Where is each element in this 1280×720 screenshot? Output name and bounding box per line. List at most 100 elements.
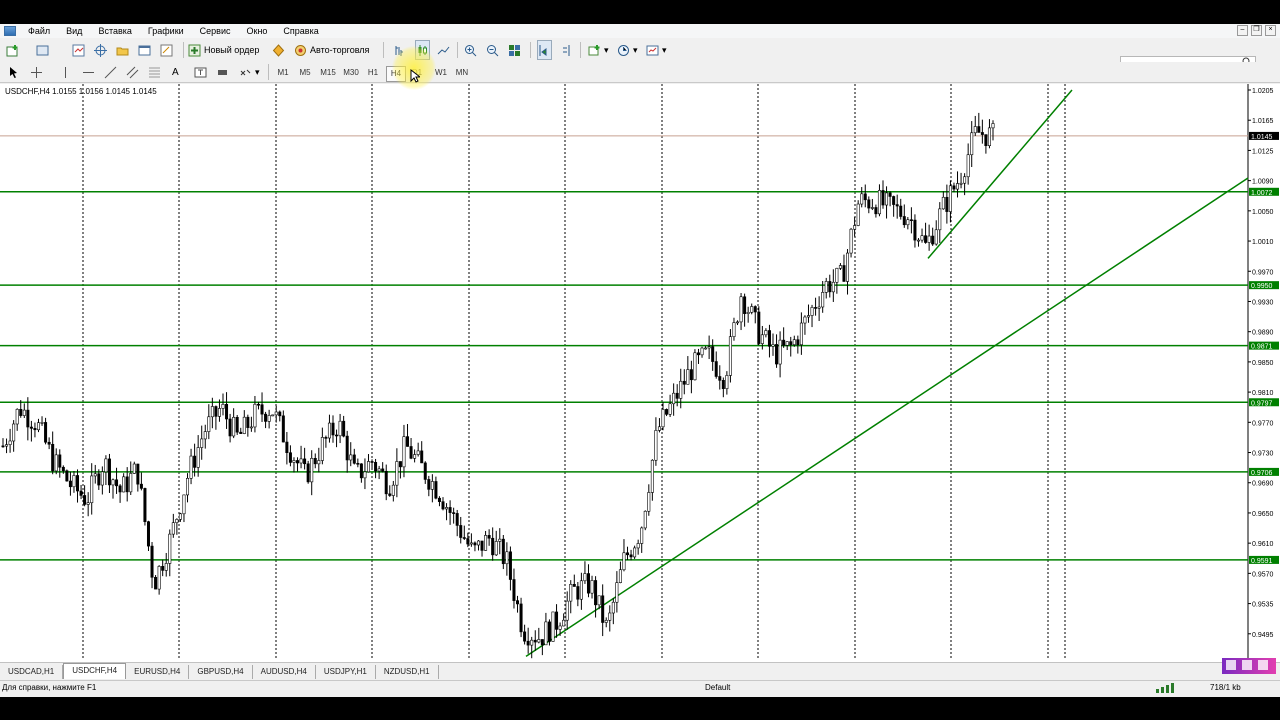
horizontal-line-tool[interactable] — [82, 63, 95, 81]
tab-usdjpy[interactable]: USDJPY,H1 — [316, 665, 376, 679]
text-label-tool[interactable] — [194, 63, 207, 81]
price-tick-label: 0.9535 — [1252, 602, 1274, 609]
fibonacci-tool[interactable] — [148, 63, 161, 81]
candle-body — [491, 537, 495, 556]
price-chart[interactable]: 1.0205 1.0165 1.0125 1.0090 1.0050 1.0010 0.99… — [0, 84, 1280, 660]
indicators-button[interactable]: ▾ — [588, 41, 609, 59]
candle-body — [331, 422, 335, 436]
crosshair-icon — [31, 66, 42, 78]
candle-body — [540, 639, 544, 646]
auto-scroll-button[interactable] — [537, 40, 552, 60]
tab-gbpusd[interactable]: GBPUSD,H4 — [189, 665, 253, 679]
candle-body — [516, 600, 520, 605]
trendline-tool[interactable] — [104, 63, 117, 81]
candle-body — [547, 621, 551, 642]
candle-body — [68, 480, 72, 488]
line-chart-icon — [437, 46, 450, 54]
tab-eurusd[interactable]: EURUSD,H4 — [126, 665, 190, 679]
candle-body — [643, 510, 647, 529]
candle-body — [792, 339, 796, 345]
candle-body — [242, 416, 246, 434]
candle-body — [785, 341, 789, 346]
candle-body — [274, 411, 278, 416]
candle-body — [870, 207, 874, 209]
candle-body — [714, 361, 718, 377]
candle-body — [306, 463, 310, 483]
menu-tools[interactable]: Сервис — [192, 24, 239, 38]
template-icon — [646, 45, 659, 55]
zoom-in-button[interactable] — [464, 41, 477, 59]
timeframe-mn[interactable]: MN — [453, 66, 471, 80]
price-tick-label: 1.0010 — [1252, 239, 1274, 246]
candle-body — [168, 533, 172, 564]
timeframe-m30[interactable]: M30 — [341, 66, 361, 80]
chart-shift-button[interactable] — [560, 41, 573, 59]
timeframe-h1[interactable]: H1 — [364, 66, 382, 80]
tester-button[interactable] — [138, 41, 151, 59]
zoom-out-button[interactable] — [486, 41, 499, 59]
timeframe-m15[interactable]: M15 — [318, 66, 338, 80]
candle-body — [498, 538, 502, 542]
candle-body — [36, 422, 40, 431]
shapes-tool[interactable] — [216, 63, 229, 81]
periods-button[interactable]: ▾ — [617, 41, 638, 59]
menu-charts[interactable]: Графики — [140, 24, 192, 38]
candle-body — [214, 406, 218, 417]
market-watch-button[interactable] — [72, 41, 85, 59]
candle-body — [782, 339, 786, 346]
tab-usdchf[interactable]: USDCHF,H4 — [63, 663, 127, 679]
candle-body — [739, 296, 743, 323]
close-icon[interactable]: × — [1265, 25, 1276, 36]
meta-editor-button[interactable] — [272, 41, 285, 59]
candle-body — [590, 580, 594, 594]
profiles-button[interactable] — [36, 41, 49, 59]
cursor-tool[interactable] — [7, 63, 20, 81]
candle-body — [221, 404, 225, 409]
candle-body — [335, 434, 339, 437]
candle-body — [8, 440, 12, 445]
candle-body — [508, 551, 512, 580]
tab-usdcad[interactable]: USDCAD,H1 — [0, 665, 64, 679]
tab-nzdusd[interactable]: NZDUSD,H1 — [376, 665, 439, 679]
candle-body — [33, 428, 37, 431]
candle-body — [427, 479, 431, 490]
line-chart-button[interactable] — [437, 41, 450, 59]
menu-view[interactable]: Вид — [58, 24, 90, 38]
candle-body — [934, 229, 938, 245]
tab-audusd[interactable]: AUDUSD,H4 — [253, 665, 316, 679]
crosshair-tool[interactable] — [30, 63, 43, 81]
candle-body — [948, 185, 952, 212]
menu-help[interactable]: Справка — [275, 24, 326, 38]
terminal-button[interactable] — [116, 41, 129, 59]
menu-insert[interactable]: Вставка — [90, 24, 139, 38]
candle-body — [675, 392, 679, 399]
menu-window[interactable]: Окно — [239, 24, 276, 38]
templates-button[interactable]: ▾ — [646, 41, 667, 59]
tile-windows-button[interactable] — [508, 41, 521, 59]
bid-price-label: 1.0145 — [1251, 134, 1273, 141]
timeframe-m1[interactable]: M1 — [274, 66, 292, 80]
new-order-button[interactable]: Новый ордер — [188, 41, 259, 59]
candle-body — [15, 408, 19, 425]
editor-button[interactable] — [160, 41, 173, 59]
minimize-icon[interactable]: – — [1237, 25, 1248, 36]
vertical-line-tool[interactable] — [59, 63, 72, 81]
timeframe-m5[interactable]: M5 — [296, 66, 314, 80]
channel-tool[interactable] — [126, 63, 139, 81]
menu-file[interactable]: Файл — [20, 24, 58, 38]
arrows-tool[interactable]: ▾ — [239, 63, 260, 81]
text-tool[interactable]: A — [172, 63, 179, 81]
auto-trading-button[interactable]: Авто-торговля — [294, 41, 369, 59]
zoom-out-icon — [487, 44, 499, 56]
candle-body — [877, 190, 881, 215]
candle-body — [395, 461, 399, 486]
restore-icon[interactable]: ❐ — [1251, 25, 1262, 36]
candle-body — [693, 352, 697, 381]
navigator-button[interactable] — [94, 41, 107, 59]
chart-window[interactable]: 1.0205 1.0165 1.0125 1.0090 1.0050 1.0010 0.99… — [0, 84, 1280, 668]
candle-body — [434, 481, 438, 499]
new-chart-button[interactable] — [6, 41, 19, 59]
candle-body — [186, 478, 190, 496]
toolbar-separator — [530, 42, 531, 58]
candle-body — [423, 462, 427, 480]
